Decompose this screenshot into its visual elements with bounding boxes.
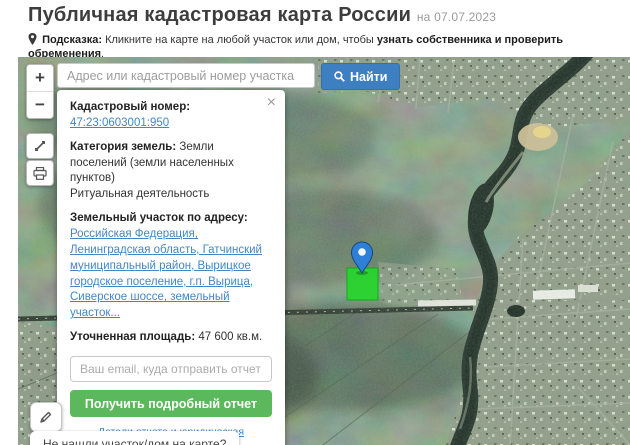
print-button[interactable]	[26, 160, 54, 186]
not-found-bar[interactable]: Не нашли участок/дом на карте?	[30, 431, 239, 445]
not-found-text: Не нашли участок/дом на карте?	[43, 437, 226, 445]
cadastral-map-page: Публичная кадастровая карта России на 07…	[0, 0, 630, 445]
area-label: Уточненная площадь:	[70, 331, 195, 343]
land-category-label: Категория земель:	[70, 141, 176, 153]
cadastral-number-row: Кадастровый номер: 47:23:0603001:950	[70, 100, 272, 132]
draw-tool-button[interactable]	[30, 402, 62, 432]
parcel-info-panel: × Кадастровый номер: 47:23:0603001:950 К…	[57, 90, 285, 445]
email-input[interactable]	[70, 356, 272, 382]
page-header: Публичная кадастровая карта России на 07…	[28, 4, 622, 60]
title-text: Публичная кадастровая карта России	[28, 4, 411, 26]
land-use-value: Ритуальная деятельность	[70, 188, 209, 200]
zoom-out-button[interactable]: −	[27, 91, 53, 118]
hint-label: Подсказка:	[42, 34, 102, 46]
close-icon[interactable]: ×	[267, 95, 276, 111]
search-bar: Найти	[57, 63, 400, 90]
zoom-controls: + −	[26, 64, 54, 119]
search-button-label: Найти	[350, 70, 387, 84]
search-input[interactable]	[57, 63, 315, 88]
pencil-icon	[39, 410, 53, 424]
expand-icon	[33, 139, 47, 153]
page-title: Публичная кадастровая карта России на 07…	[28, 4, 622, 27]
fullscreen-button[interactable]	[26, 133, 54, 159]
zoom-in-button[interactable]: +	[27, 65, 53, 91]
hint-line: Подсказка: Кликните на карте на любой уч…	[28, 33, 622, 60]
hint-text: Кликните на карте на любой участок или д…	[105, 34, 374, 46]
search-button[interactable]: Найти	[321, 63, 400, 90]
area-value: 47 600 кв.м.	[198, 331, 262, 343]
address-row: Земельный участок по адресу: Российская …	[70, 211, 272, 322]
search-icon	[334, 71, 345, 82]
printer-icon	[33, 167, 47, 180]
area-row: Уточненная площадь: 47 600 кв.м.	[70, 330, 272, 346]
address-link[interactable]: Российская Федерация, Ленинградская обла…	[70, 228, 262, 319]
land-category-row: Категория земель: Земли поселений (земли…	[70, 140, 272, 203]
hint-pin-icon	[28, 33, 37, 48]
address-label: Земельный участок по адресу:	[70, 212, 248, 224]
cadastral-number-label: Кадастровый номер:	[70, 101, 190, 113]
get-report-button[interactable]: Получить подробный отчет	[70, 390, 272, 417]
map-date: на 07.07.2023	[417, 10, 496, 24]
cadastral-number-link[interactable]: 47:23:0603001:950	[70, 117, 169, 129]
satellite-map[interactable]: + −	[18, 57, 630, 445]
